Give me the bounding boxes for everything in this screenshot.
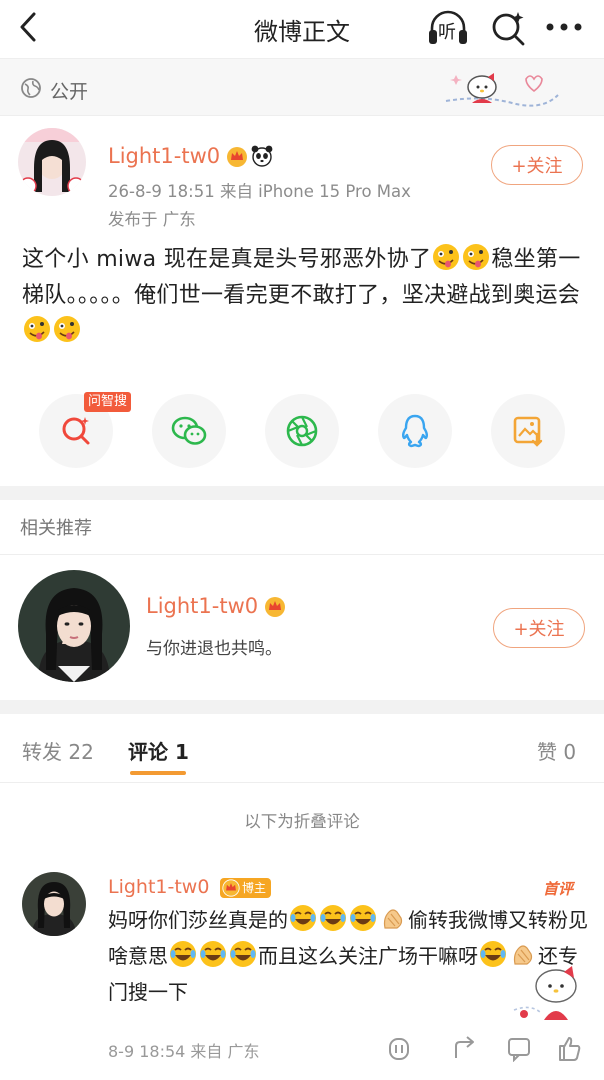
laughing-tears-emoji-icon — [350, 905, 376, 931]
search-button[interactable] — [488, 8, 528, 48]
zany-face-emoji-icon — [54, 316, 80, 342]
globe-icon — [21, 78, 41, 98]
save-image-icon — [513, 416, 543, 447]
pinched-hands-emoji-icon — [383, 909, 403, 929]
vip-crown-icon — [227, 147, 247, 167]
hello-kitty-sticker-icon — [513, 966, 577, 1020]
visibility-label: 公开 — [50, 81, 89, 103]
recommend-name[interactable]: Light1-tw0 — [146, 594, 258, 618]
recommend-section-title: 相关推荐 — [20, 518, 92, 539]
laughing-tears-emoji-icon — [230, 941, 256, 967]
visibility-bar: 公开 — [0, 58, 604, 116]
wechat-icon — [171, 416, 207, 445]
share-icon[interactable] — [452, 1034, 478, 1062]
share-qq-button[interactable] — [378, 394, 452, 468]
share-moments-button[interactable] — [265, 394, 339, 468]
tab-comment[interactable]: 评论 1 — [128, 736, 189, 765]
follow-button[interactable]: +关注 — [491, 145, 583, 185]
zany-face-emoji-icon — [463, 244, 490, 270]
top-nav-bar: 微博正文 听 — [0, 0, 604, 56]
post-text: 这个小 miwa 现在是真是头号邪恶外协了 稳坐第一梯队。。。。。俺们世一看完更不… — [22, 242, 587, 350]
listen-button[interactable]: 听 — [426, 8, 470, 48]
comment-meta: 8-9 18:54 来自 广东 — [108, 1042, 260, 1061]
recommend-description: 与你进退也共鸣。 — [146, 639, 282, 659]
listen-label: 听 — [438, 22, 456, 43]
recommend-avatar[interactable] — [18, 570, 130, 682]
laughing-tears-emoji-icon — [290, 905, 316, 931]
more-button[interactable] — [544, 12, 584, 42]
search-icon — [492, 12, 525, 46]
moments-aperture-icon — [286, 415, 318, 447]
avatar-image — [22, 872, 86, 936]
post-time-source: 26-8-9 18:51 来自 iPhone 15 Pro Max — [108, 182, 411, 201]
post-text-part1: 这个小 miwa 现在是真是头号邪恶外协了 — [22, 247, 432, 272]
listen-comment-icon[interactable] — [386, 1034, 412, 1062]
avatar-image — [18, 128, 86, 196]
vip-crown-icon — [265, 597, 285, 617]
share-wechat-button[interactable] — [152, 394, 226, 468]
first-comment-badge: 首评 — [543, 880, 574, 898]
share-save-image-button[interactable] — [491, 394, 565, 468]
laughing-tears-emoji-icon — [170, 941, 196, 967]
like-thumb-icon[interactable] — [556, 1034, 582, 1062]
zany-face-emoji-icon — [433, 244, 460, 270]
folded-comments-label[interactable]: 以下为折叠评论 — [0, 808, 604, 832]
section-divider — [0, 486, 604, 500]
tab-like[interactable]: 赞 0 — [537, 736, 576, 765]
comment-icon[interactable] — [506, 1034, 532, 1062]
vip-crown-icon — [222, 879, 240, 897]
laughing-tears-emoji-icon — [480, 941, 506, 967]
laughing-tears-emoji-icon — [320, 905, 346, 931]
comment-author[interactable]: Light1-tw0 — [108, 876, 209, 898]
blogger-badge: 博主 — [220, 878, 272, 898]
recommend-follow-button[interactable]: +关注 — [493, 608, 585, 648]
ai-search-tag: 问智搜 — [84, 392, 132, 412]
comment-text-c: 而且这么关注广场干嘛呀 — [258, 944, 478, 968]
author-avatar[interactable] — [18, 128, 86, 196]
divider — [0, 782, 604, 783]
laughing-tears-emoji-icon — [200, 941, 226, 967]
blogger-badge-label: 博主 — [242, 881, 267, 895]
avatar-image — [18, 570, 130, 682]
tab-repost[interactable]: 转发 22 — [22, 736, 94, 765]
panda-icon — [251, 145, 273, 167]
divider — [0, 554, 604, 555]
section-divider — [0, 700, 604, 714]
comment-avatar[interactable] — [22, 872, 86, 936]
qq-penguin-icon — [401, 414, 429, 448]
tab-active-indicator — [130, 771, 186, 775]
ai-search-icon — [62, 417, 90, 445]
author-name[interactable]: Light1-tw0 — [108, 144, 220, 168]
post-location: 发布于 广东 — [108, 210, 196, 229]
zany-face-emoji-icon — [24, 316, 50, 342]
comment-text-a: 妈呀你们莎丝真是的 — [108, 908, 288, 932]
hello-kitty-sticker-icon — [445, 73, 559, 107]
more-dots-icon — [546, 23, 582, 31]
